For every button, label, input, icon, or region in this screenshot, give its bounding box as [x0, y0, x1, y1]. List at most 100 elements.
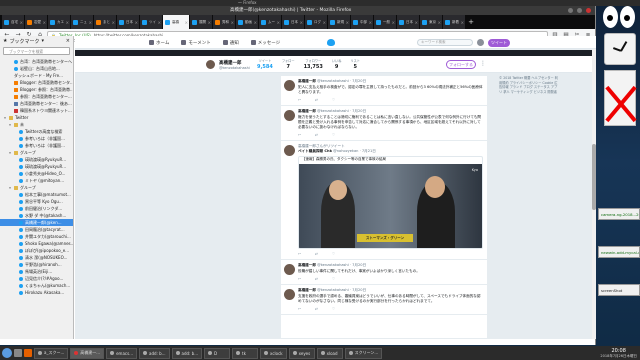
retweet-icon[interactable]: ⇄	[315, 252, 318, 256]
like-icon[interactable]: ♡	[332, 307, 335, 311]
bookmark-search-input[interactable]: ブックマークを検索	[3, 47, 70, 55]
bookmark-item[interactable]: Hirokazu Akasaka...	[0, 289, 73, 296]
tab-close-icon[interactable]: ×	[392, 20, 395, 25]
taskbar-window-button[interactable]: スクリーン...	[344, 347, 383, 359]
reply-icon[interactable]: ↩	[298, 133, 301, 137]
tweet-avatar[interactable]	[284, 264, 295, 275]
tab-close-icon[interactable]: ×	[112, 20, 115, 25]
browser-tab[interactable]: ムー ×	[259, 15, 281, 29]
firefox-launcher-icon[interactable]	[24, 349, 32, 357]
tab-close-icon[interactable]: ×	[346, 20, 349, 25]
bookmark-folder[interactable]: ▾ Twitter	[0, 114, 73, 121]
bookmark-item[interactable]: 小倉秀夫@Hideo_O...	[0, 170, 73, 177]
browser-tab[interactable]: 日本 ×	[282, 15, 304, 29]
media-card[interactable]: 【速報】森勝男の氏、タクシー等の自業で事故の結局 ストーマンズ・グリーン Kyo	[298, 156, 483, 249]
nav-messages[interactable]: メッセージ	[250, 40, 280, 46]
bookmark-item[interactable]: 参考いろは（非護国…	[0, 135, 73, 142]
retweet-icon[interactable]: ⇄	[315, 307, 318, 311]
bookmark-item[interactable]: 水野 ダ 中(@takash...	[0, 212, 73, 219]
tweet-avatar[interactable]	[284, 145, 295, 156]
bookmark-folder[interactable]: ▾ 未	[0, 121, 73, 128]
browser-tab[interactable]: 新規 ×	[328, 15, 350, 29]
page-scrollbar[interactable]	[592, 49, 596, 339]
browser-tab[interactable]: 東京 ×	[420, 15, 442, 29]
tab-close-icon[interactable]: ×	[20, 20, 23, 25]
twitter-bird-icon[interactable]	[327, 39, 335, 46]
taskbar-window-button[interactable]: add: b...	[171, 347, 203, 359]
bookmark-item[interactable]: 瑛琉渡瑛@RyukyuR...	[0, 163, 73, 170]
retweet-icon[interactable]: ⇄	[315, 277, 318, 281]
profile-avatar[interactable]	[205, 59, 216, 70]
profile-stat[interactable]: ツイート 9,584	[257, 58, 273, 70]
footer-links[interactable]: © 2018 Twitter 概要 ヘルプセンター 利用規約 プライバシーポリシ…	[499, 76, 559, 94]
reply-icon[interactable]: ↩	[298, 307, 301, 311]
tab-close-icon[interactable]: ×	[158, 20, 161, 25]
bookmark-item[interactable]: 台湾亜熱帯センター：後あ...	[0, 100, 73, 107]
follow-button[interactable]: フォローする	[446, 60, 476, 69]
bookmark-item[interactable]: 前田健治(リンクダ...	[0, 205, 73, 212]
retweet-icon[interactable]: ⇄	[315, 98, 318, 102]
bookmark-item[interactable]: Twitterの高度な検索	[0, 128, 73, 135]
tab-close-icon[interactable]: ×	[66, 20, 69, 25]
browser-tab[interactable]: ニュ ×	[71, 15, 93, 29]
taskbar-window-button[interactable]: tk	[232, 347, 259, 359]
bookmark-item[interactable]: 平野浩(@hiranoh...	[0, 261, 73, 268]
tweet-avatar[interactable]	[284, 110, 295, 121]
tab-close-icon[interactable]: ×	[323, 20, 326, 25]
bookmark-item[interactable]: ぽぽぴ(@ipopokoo_e...	[0, 247, 73, 254]
bookmark-item[interactable]: 高橋建一郎(@ken...	[0, 219, 73, 226]
bookmark-item[interactable]: 井関ユタカ(@tarouchi...	[0, 233, 73, 240]
browser-tab[interactable]: 岩壁 ×	[25, 15, 47, 29]
tab-close-icon[interactable]: ×	[89, 20, 92, 25]
browser-tab[interactable]: 中部 ×	[351, 15, 373, 29]
start-menu-icon[interactable]	[2, 348, 12, 358]
tweet-author-name[interactable]: ペイト議員探報 Chk	[298, 149, 332, 153]
tab-close-icon[interactable]: ×	[135, 20, 138, 25]
bookmark-item[interactable]: 松本工事(@matsumot...	[0, 191, 73, 198]
taskbar-clock[interactable]: 20:08 2018年7月26日木曜日	[600, 348, 637, 358]
bookmark-item[interactable]: 馬場英治(Eiji...	[0, 268, 73, 275]
window-titlebar[interactable]: 高橋建一郎(@kenzotakahashi) | Twitter - Mozil…	[0, 6, 595, 15]
minimize-button[interactable]	[568, 8, 573, 13]
bookmark-item[interactable]: 黒谷平等 Kyo Ogu...	[0, 198, 73, 205]
bookmark-item[interactable]: 辺見信介(?/#Agoo...	[0, 275, 73, 282]
maximize-button[interactable]	[577, 8, 582, 13]
tab-close-icon[interactable]: ×	[208, 20, 211, 25]
tab-close-icon[interactable]: ×	[254, 20, 257, 25]
like-icon[interactable]: ♡	[332, 133, 335, 137]
like-icon[interactable]: ♡	[332, 277, 335, 281]
nav-moments[interactable]: モーメント	[181, 40, 211, 46]
taskbar-window-button[interactable]: a_スクー...	[34, 347, 69, 359]
bookmark-item[interactable]: 瑛琉渡瑛@RyukyuR...	[0, 156, 73, 163]
taskbar-window-button[interactable]: xclock	[260, 347, 287, 359]
reply-icon[interactable]: ↩	[298, 277, 301, 281]
retweet-icon[interactable]: ⇄	[315, 133, 318, 137]
browser-tab[interactable]: 秀和 ×	[213, 15, 235, 29]
tweet-avatar[interactable]	[284, 289, 295, 300]
browser-tab[interactable]: 日本 ×	[117, 15, 139, 29]
close-window-button[interactable]	[586, 8, 591, 13]
browser-tab[interactable]: 自宅 ×	[2, 15, 24, 29]
desktop-window-tile[interactable]: screenShot	[598, 284, 640, 296]
like-icon[interactable]: ♡	[332, 98, 335, 102]
tweet[interactable]: 高橋建一郎 @kenzotakahashi · 7月20日 権力を使うたとすること…	[281, 106, 487, 141]
expand-arrow-icon[interactable]: ▾	[8, 186, 12, 190]
terminal-launcher-icon[interactable]	[14, 349, 22, 357]
bookmark-folder[interactable]: ▾ グループ	[0, 149, 73, 156]
new-tab-button[interactable]: +	[466, 15, 476, 29]
profile-stat[interactable]: いいね 9	[332, 58, 342, 70]
browser-tab[interactable]: まと ×	[94, 15, 116, 29]
tweet[interactable]: 高橋建一郎さんがリツイート ペイト議員探報 Chk @nohozyekan · 7…	[281, 141, 487, 260]
bookmark-item[interactable]: Blogger: 台湾亜熱帯センタ...	[0, 79, 73, 86]
tweet[interactable]: 高橋建一郎 @kenzotakahashi · 7月20日 役職が嬉しい事件に関し…	[281, 260, 487, 285]
browser-tab[interactable]: カエ ×	[48, 15, 70, 29]
taskbar-window-button[interactable]: emacs...	[106, 347, 137, 359]
taskbar-window-button[interactable]: 高橋建一...	[70, 347, 105, 359]
tweet-avatar[interactable]	[284, 80, 295, 91]
bookmark-item[interactable]: くまちゃん(@kumach...	[0, 282, 73, 289]
reply-icon[interactable]: ↩	[298, 252, 301, 256]
bookmark-item[interactable]: ダッシュボード - My Fre...	[0, 72, 73, 79]
expand-arrow-icon[interactable]: ▾	[8, 151, 12, 155]
bookmark-folder[interactable]: ▾ グループ	[0, 184, 73, 191]
desktop-window-tile[interactable]: newwin-add-mycal-catalo...	[598, 246, 640, 258]
